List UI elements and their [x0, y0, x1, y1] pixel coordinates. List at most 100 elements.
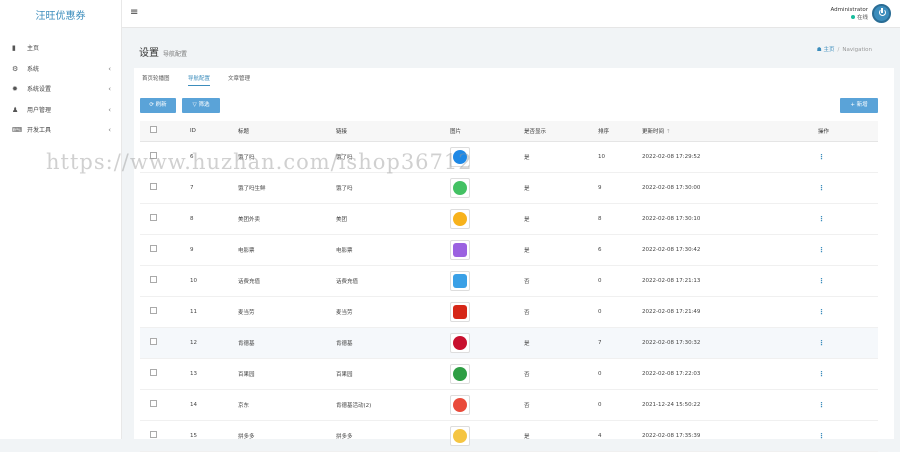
- cell-id: 7: [190, 172, 238, 204]
- nav-image-icon[interactable]: [450, 208, 470, 229]
- cell-link: 拼多多: [336, 420, 450, 452]
- cell-show: 是: [524, 203, 598, 235]
- nav-image-icon[interactable]: [450, 177, 470, 198]
- col-show: 是否显示: [524, 121, 598, 142]
- more-actions-icon[interactable]: ⋮: [818, 153, 825, 161]
- online-status-dot: [850, 15, 855, 19]
- row-checkbox[interactable]: [150, 183, 157, 190]
- row-checkbox[interactable]: [150, 276, 157, 283]
- nav-image-icon[interactable]: [450, 239, 470, 260]
- tab-0[interactable]: 首页轮播图: [142, 74, 170, 82]
- row-checkbox[interactable]: [150, 214, 157, 221]
- breadcrumb-home[interactable]: 主页: [823, 47, 834, 53]
- cell-updated: 2022-02-08 17:35:39: [642, 420, 818, 452]
- table-row[interactable]: 8 美团外卖 美团是 8 2022-02-08 17:30:10 ⋮: [140, 203, 878, 235]
- cell-link: 美团: [336, 203, 450, 235]
- sidebar-item-0[interactable]: ▮ 主页: [0, 38, 121, 59]
- row-checkbox[interactable]: [150, 245, 157, 252]
- row-checkbox[interactable]: [150, 338, 157, 345]
- cell-updated: 2022-02-08 17:30:32: [642, 327, 818, 359]
- cell-link: 话费充值: [336, 265, 450, 297]
- gear-icon: ⚙: [12, 64, 19, 73]
- table-row[interactable]: 7 饿了吗生鲜 饿了吗 是 9 2022-02-08 17:30:00 ⋮: [140, 172, 878, 204]
- more-actions-icon[interactable]: ⋮: [818, 277, 825, 285]
- more-actions-icon[interactable]: ⋮: [818, 184, 825, 192]
- filter-button[interactable]: ▽ 筛选: [182, 98, 220, 113]
- nav-image-icon[interactable]: [450, 394, 470, 415]
- filter-label: 筛选: [198, 102, 210, 108]
- app-logo[interactable]: 汪旺优惠券: [0, 0, 121, 34]
- more-actions-icon[interactable]: ⋮: [818, 308, 825, 316]
- hamburger-menu-icon[interactable]: ≡: [130, 7, 138, 18]
- col-updated[interactable]: 更新时间 ↑: [642, 121, 818, 142]
- more-actions-icon[interactable]: ⋮: [818, 215, 825, 223]
- cell-id: 12: [190, 327, 238, 359]
- cell-title: 饿了吗生鲜: [238, 172, 336, 204]
- nav-image-icon[interactable]: [450, 363, 470, 384]
- cell-link: 麦当劳: [336, 296, 450, 328]
- add-button[interactable]: + 新增: [840, 98, 878, 113]
- col-title: 标题: [238, 121, 336, 142]
- add-icon: +: [850, 102, 855, 108]
- row-checkbox[interactable]: [150, 400, 157, 407]
- cell-title: 京东: [238, 389, 336, 421]
- cog-icon: ✹: [12, 85, 18, 93]
- row-checkbox[interactable]: [150, 431, 157, 438]
- cell-sort: 7: [598, 327, 642, 359]
- page-title: 设置 导航配置: [139, 44, 187, 59]
- sort-icon: ↑: [666, 128, 671, 135]
- cell-sort: 0: [598, 265, 642, 297]
- tab-1[interactable]: 导航配置: [188, 74, 211, 86]
- table-row[interactable]: 9 电影票 电影票是 6 2022-02-08 17:30:42 ⋮: [140, 234, 878, 266]
- sidebar-item-3[interactable]: ♟ 用户管理 ‹: [0, 100, 121, 121]
- cell-id: 9: [190, 234, 238, 266]
- sidebar: 汪旺优惠券 ▮ 主页 ⚙ 系统 ‹ ✹ 系统设置 ‹ ♟ 用户管理 ‹ ⌨ 开发工具 ‹: [0, 0, 122, 439]
- table-row[interactable]: 11 麦当劳 麦当劳否 0 2022-02-08 17:21:49 ⋮: [140, 296, 878, 328]
- col-id[interactable]: ID: [190, 121, 238, 142]
- row-checkbox[interactable]: [150, 307, 157, 314]
- refresh-button[interactable]: ⟳ 刷新: [140, 98, 176, 113]
- table-row[interactable]: 12 肯德基 肯德基是 7 2022-02-08 17:30:32 ⋮: [140, 327, 878, 359]
- cell-sort: 9: [598, 172, 642, 204]
- cell-sort: 6: [598, 234, 642, 266]
- more-actions-icon[interactable]: ⋮: [818, 401, 825, 409]
- more-actions-icon[interactable]: ⋮: [818, 432, 825, 440]
- breadcrumb-separator: /: [837, 47, 840, 53]
- sidebar-item-1[interactable]: ⚙ 系统 ‹: [0, 59, 121, 80]
- nav-image-icon[interactable]: [450, 332, 470, 353]
- cell-show: 是: [524, 172, 598, 204]
- cell-show: 否: [524, 265, 598, 297]
- user-info[interactable]: Administrator 在线: [831, 6, 869, 22]
- table-row[interactable]: 14 京东 肯德基活动(2) 否 0 2021-12-24 15:50:22 ⋮: [140, 389, 878, 421]
- more-actions-icon[interactable]: ⋮: [818, 246, 825, 254]
- cell-updated: 2022-02-08 17:30:42: [642, 234, 818, 266]
- table-row[interactable]: 10 话费充值 话费充值否 0 2022-02-08 17:21:13 ⋮: [140, 265, 878, 297]
- nav-image-icon[interactable]: [450, 301, 470, 322]
- power-avatar-icon[interactable]: [872, 4, 891, 23]
- more-actions-icon[interactable]: ⋮: [818, 339, 825, 347]
- col-image: 图片: [450, 121, 524, 142]
- cell-sort: 0: [598, 389, 642, 421]
- cell-updated: 2022-02-08 17:21:13: [642, 265, 818, 297]
- cell-id: 11: [190, 296, 238, 328]
- cell-updated: 2022-02-08 17:30:10: [642, 203, 818, 235]
- sidebar-item-label: 系统设置: [27, 86, 52, 93]
- tab-2[interactable]: 文章管理: [228, 74, 250, 82]
- more-actions-icon[interactable]: ⋮: [818, 370, 825, 378]
- cell-updated: 2022-02-08 17:29:52: [642, 141, 818, 173]
- cell-link: 肯德基: [336, 327, 450, 359]
- col-link: 链接: [336, 121, 450, 142]
- sidebar-item-4[interactable]: ⌨ 开发工具 ‹: [0, 120, 121, 141]
- sidebar-item-2[interactable]: ✹ 系统设置 ‹: [0, 79, 121, 100]
- nav-image-icon[interactable]: [450, 425, 470, 446]
- table-row[interactable]: 15 拼多多 拼多多是 4 2022-02-08 17:35:39 ⋮: [140, 420, 878, 452]
- add-label: 新增: [856, 102, 868, 108]
- table-header-row: ID 标题 链接 图片 是否显示 排序 更新时间 ↑ 操作: [140, 121, 878, 142]
- cell-title: 拼多多: [238, 420, 336, 452]
- cell-sort: 4: [598, 420, 642, 452]
- table-row[interactable]: 13 百果园 百果园否 0 2022-02-08 17:22:03 ⋮: [140, 358, 878, 390]
- row-checkbox[interactable]: [150, 369, 157, 376]
- nav-image-icon[interactable]: [450, 270, 470, 291]
- select-all-checkbox[interactable]: [150, 126, 157, 134]
- chevron-left-icon: ‹: [108, 105, 111, 114]
